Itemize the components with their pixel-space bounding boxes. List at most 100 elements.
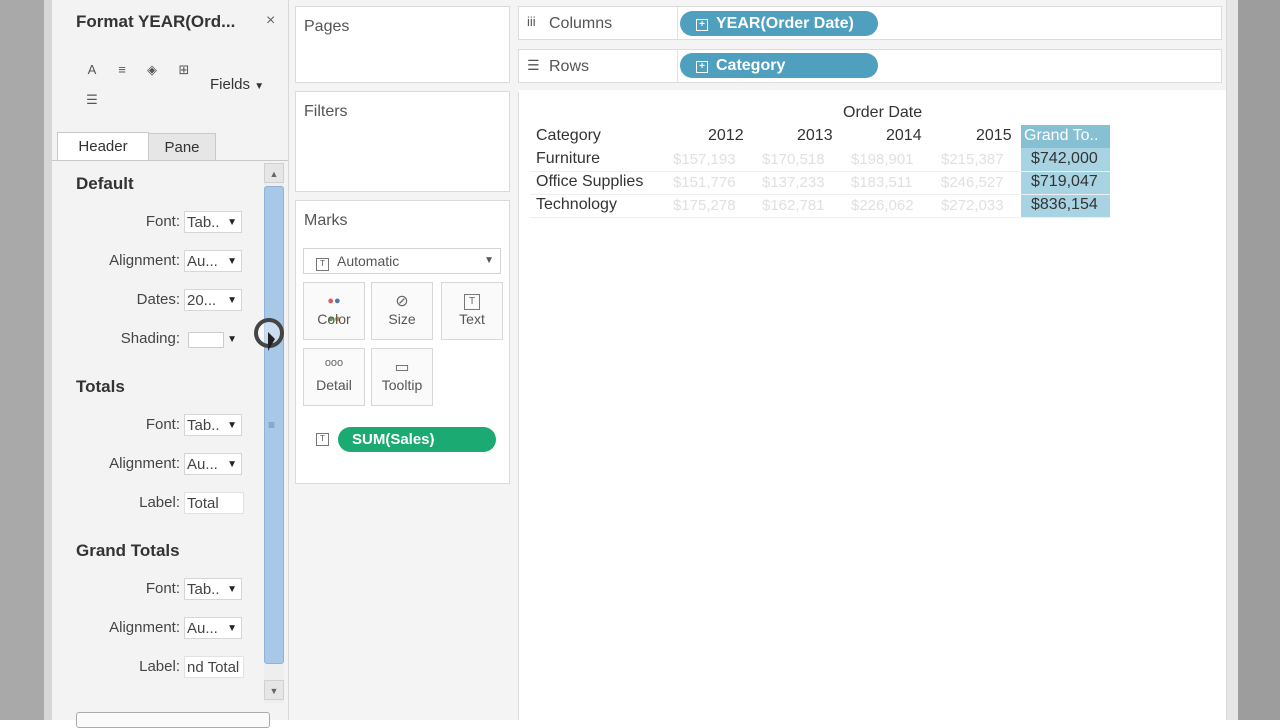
clear-button[interactable]	[76, 712, 270, 728]
pages-title: Pages	[304, 18, 350, 35]
filters-card[interactable]: Filters	[295, 91, 510, 192]
grand-totals-alignment-dropdown[interactable]: Au... ▼	[184, 617, 242, 639]
fields-dropdown[interactable]: Fields ▼	[210, 76, 264, 93]
window-frame-left	[0, 0, 44, 720]
detail-button[interactable]: ooo Detail	[303, 348, 365, 406]
row-divider	[530, 171, 1110, 172]
year-order-date-pill[interactable]: + YEAR(Order Date)	[680, 11, 878, 36]
totals-label-input[interactable]: Total	[184, 492, 244, 514]
text-button[interactable]: T Text	[441, 282, 503, 340]
format-pane-title: Format YEAR(Ord...	[76, 12, 236, 31]
expand-plus-icon: +	[696, 19, 708, 31]
category-cell[interactable]: Technology	[536, 196, 617, 214]
marks-title: Marks	[304, 212, 348, 229]
sales-cell[interactable]: $246,527	[941, 174, 1004, 191]
sales-cell[interactable]: $170,518	[762, 151, 825, 168]
category-cell[interactable]: Furniture	[536, 150, 600, 168]
tooltip-button[interactable]: ▭ Tooltip	[371, 348, 433, 406]
close-icon[interactable]: ×	[266, 12, 275, 30]
font-format-icon[interactable]: A	[84, 62, 100, 77]
category-cell[interactable]: Office Supplies	[536, 173, 643, 191]
tab-header[interactable]: Header	[57, 132, 149, 161]
borders-format-icon[interactable]: ⊞	[176, 62, 192, 78]
sales-cell[interactable]: $151,776	[673, 174, 736, 191]
category-row-header[interactable]: Category	[536, 127, 601, 145]
chevron-down-icon: ▼	[227, 217, 237, 228]
totals-alignment-dropdown[interactable]: Au... ▼	[184, 453, 242, 475]
format-pane: Format YEAR(Ord... × A ≡ ◈ ⊞ ☰ Fields ▼ …	[52, 0, 289, 728]
chevron-down-icon: ▼	[227, 256, 237, 267]
chevron-down-icon: ▼	[227, 420, 237, 431]
rows-label: Rows	[549, 58, 590, 75]
scroll-up-icon[interactable]: ▲	[264, 163, 284, 183]
sales-cell[interactable]: $226,062	[851, 197, 914, 214]
grand-totals-font-label: Font:	[145, 580, 180, 597]
mark-type-dropdown[interactable]: T Automatic ▼	[303, 248, 501, 274]
grand-total-cell[interactable]: $742,000	[1031, 150, 1098, 168]
sales-cell[interactable]: $162,781	[762, 197, 825, 214]
shelf-divider	[677, 50, 678, 82]
category-pill[interactable]: + Category	[680, 53, 878, 78]
alignment-format-icon[interactable]: ≡	[114, 62, 130, 77]
grand-total-cell[interactable]: $836,154	[1031, 196, 1098, 214]
size-icon: ⊘	[395, 293, 409, 310]
year-order-date-label: YEAR(Order Date)	[716, 15, 854, 32]
default-alignment-value: Au...	[187, 253, 218, 270]
color-label: Color	[317, 311, 351, 327]
shading-swatch	[188, 332, 224, 348]
grand-total-cell[interactable]: $719,047	[1031, 173, 1098, 191]
totals-font-dropdown[interactable]: Tab.. ▼	[184, 414, 242, 436]
shelf-divider	[677, 7, 678, 39]
grand-totals-font-value: Tab..	[187, 581, 220, 598]
sales-cell[interactable]: $175,278	[673, 197, 736, 214]
default-dates-value: 20...	[187, 292, 217, 309]
chevron-down-icon: ▼	[227, 295, 237, 306]
rows-icon: ☰	[527, 57, 540, 73]
year-header[interactable]: 2013	[797, 127, 833, 145]
category-pill-label: Category	[716, 57, 786, 74]
window-frame-left-inner	[44, 0, 52, 720]
totals-font-value: Tab..	[187, 417, 220, 434]
shading-format-icon[interactable]: ◈	[144, 62, 160, 78]
default-font-dropdown[interactable]: Tab.. ▼	[184, 211, 242, 233]
grip-icon: ≡	[268, 418, 276, 432]
sales-cell[interactable]: $198,901	[851, 151, 914, 168]
grand-total-header[interactable]: Grand To..	[1024, 127, 1098, 145]
sum-sales-pill[interactable]: SUM(Sales)	[338, 427, 496, 452]
order-date-header[interactable]: Order Date	[843, 104, 922, 122]
size-button[interactable]: ⊘ Size	[371, 282, 433, 340]
sales-cell[interactable]: $215,387	[941, 151, 1004, 168]
default-shading-label: Shading:	[120, 330, 180, 347]
default-shading-dropdown[interactable]: ▼	[184, 328, 242, 350]
sales-cell[interactable]: $183,511	[851, 174, 912, 191]
year-header[interactable]: 2015	[976, 127, 1012, 145]
grand-totals-font-dropdown[interactable]: Tab.. ▼	[184, 578, 242, 600]
year-header[interactable]: 2014	[886, 127, 922, 145]
sales-cell[interactable]: $137,233	[762, 174, 825, 191]
default-alignment-label: Alignment:	[109, 252, 180, 269]
pointer-cursor-icon	[268, 332, 275, 351]
default-alignment-dropdown[interactable]: Au... ▼	[184, 250, 242, 272]
default-section-heading: Default	[76, 174, 134, 193]
color-button[interactable]: ●● ●● Color	[303, 282, 365, 340]
grand-totals-section-heading: Grand Totals	[76, 541, 180, 560]
totals-alignment-label: Alignment:	[109, 455, 180, 472]
sales-cell[interactable]: $272,033	[941, 197, 1004, 214]
grand-totals-label-input[interactable]: nd Total	[184, 656, 244, 678]
scroll-down-icon[interactable]: ▼	[264, 680, 284, 700]
default-dates-label: Dates:	[136, 291, 180, 308]
tab-pane[interactable]: Pane	[148, 133, 216, 161]
default-font-label: Font:	[145, 213, 180, 230]
totals-alignment-value: Au...	[187, 456, 218, 473]
row-divider	[530, 194, 1110, 195]
default-dates-dropdown[interactable]: 20... ▼	[184, 289, 242, 311]
chevron-down-icon: ▼	[484, 255, 494, 266]
lines-format-icon[interactable]: ☰	[84, 92, 100, 108]
fields-label: Fields	[210, 76, 251, 93]
grand-totals-alignment-label: Alignment:	[109, 619, 180, 636]
year-header[interactable]: 2012	[708, 127, 744, 145]
pages-card[interactable]: Pages	[295, 6, 510, 83]
totals-section-heading: Totals	[76, 377, 125, 396]
row-divider	[530, 217, 1110, 218]
sales-cell[interactable]: $157,193	[673, 151, 736, 168]
